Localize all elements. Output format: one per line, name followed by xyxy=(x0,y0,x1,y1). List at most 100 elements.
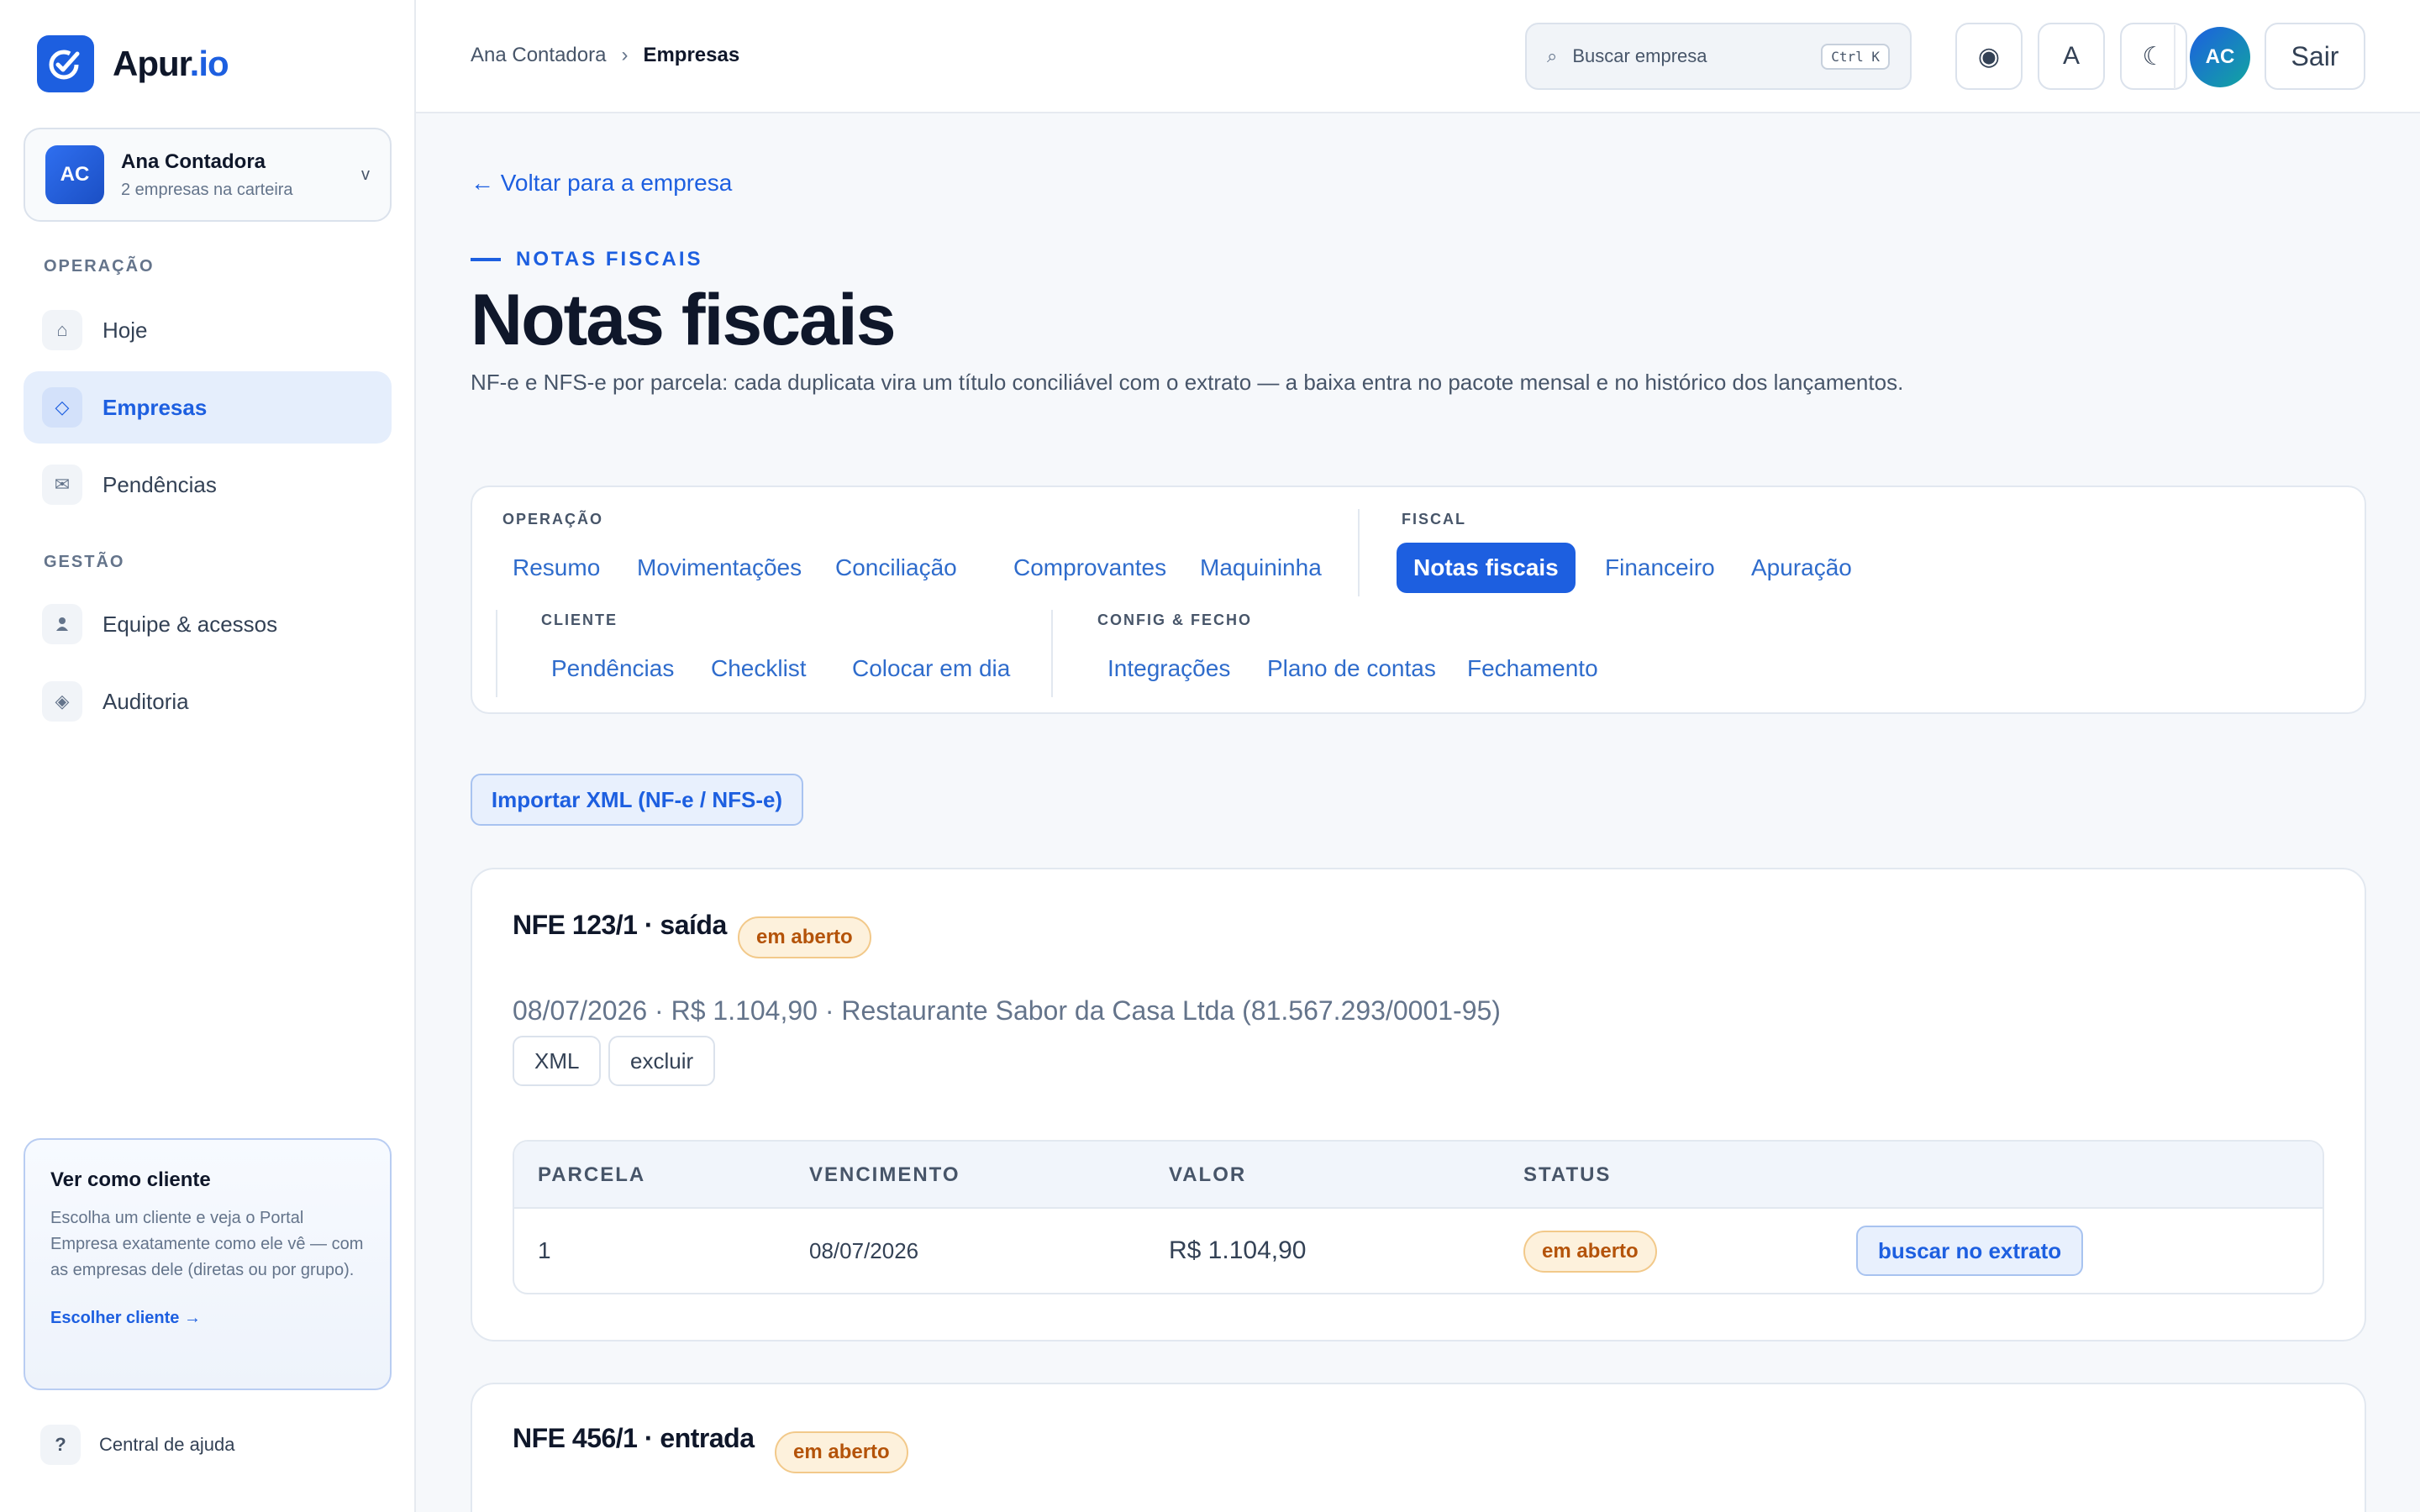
tab-group-label-operacao: OPERAÇÃO xyxy=(502,511,604,528)
nav-section-operacao: OPERAÇÃO xyxy=(44,257,155,276)
brand-name: Apur.io xyxy=(113,44,229,83)
page-description: NF-e e NFS-e por parcela: cada duplicata… xyxy=(471,370,1904,395)
invoice-title: NFE 123/1 · saída xyxy=(513,910,727,940)
help-center-label: Central de ajuda xyxy=(99,1434,235,1455)
tab-group-label-config: CONFIG & FECHO xyxy=(1097,612,1252,628)
breadcrumb-item-account[interactable]: Ana Contadora xyxy=(471,44,606,67)
import-xml-button[interactable]: Importar XML (NF-e / NFS-e) xyxy=(471,774,803,826)
font-size-button[interactable]: A xyxy=(2038,23,2105,90)
tab-financeiro[interactable]: Financeiro xyxy=(1588,543,1732,593)
invoice-meta: 08/07/2026 · R$ 1.104,90 · Restaurante S… xyxy=(513,995,1501,1026)
xml-button[interactable]: XML xyxy=(513,1036,602,1086)
help-center-link[interactable]: ? Central de ajuda xyxy=(40,1425,234,1465)
sidebar: Apur.io AC Ana Contadora 2 empresas na c… xyxy=(0,0,416,1512)
mail-icon: ✉ xyxy=(42,465,82,505)
avatar: AC xyxy=(45,145,104,204)
tab-resumo[interactable]: Resumo xyxy=(496,543,617,593)
sidebar-item-label: Auditoria xyxy=(103,688,189,714)
tab-colocar-em-dia[interactable]: Colocar em dia xyxy=(835,643,1027,694)
account-name: Ana Contadora xyxy=(121,150,266,173)
table-header: PARCELA VENCIMENTO VALOR STATUS xyxy=(514,1142,2323,1209)
search-shortcut-hint: Ctrl K xyxy=(1821,43,1890,70)
status-badge: em aberto xyxy=(1523,1231,1657,1273)
eyebrow-text: NOTAS FISCAIS xyxy=(516,248,703,270)
search-box[interactable]: ⌕ Ctrl K xyxy=(1525,23,1912,90)
moon-icon: ☾ xyxy=(2142,42,2165,71)
eyebrow-line xyxy=(471,258,501,261)
topbar: Ana Contadora › Empresas ⌕ Ctrl K ◉ A ☾ … xyxy=(416,0,2420,113)
delete-button[interactable]: excluir xyxy=(608,1036,716,1086)
sidebar-item-equipe[interactable]: Equipe & acessos xyxy=(24,588,392,660)
status-badge: em aberto xyxy=(775,1431,908,1473)
chevron-down-icon: v xyxy=(361,165,370,184)
tab-group-divider xyxy=(1358,509,1360,596)
back-to-company-link[interactable]: ← Voltar para a empresa xyxy=(471,170,732,197)
tab-comprovantes[interactable]: Comprovantes xyxy=(997,543,1183,593)
column-header-valor: VALOR xyxy=(1169,1163,1247,1186)
tab-integracoes[interactable]: Integrações xyxy=(1091,643,1247,694)
audit-icon: ◈ xyxy=(42,681,82,722)
search-input[interactable] xyxy=(1572,45,1822,67)
view-as-client-card: Ver como cliente Escolha um cliente e ve… xyxy=(24,1138,392,1390)
tab-plano-de-contas[interactable]: Plano de contas xyxy=(1250,643,1453,694)
invoice-card: NFE 123/1 · saída em aberto 08/07/2026 ·… xyxy=(471,868,2366,1341)
page-eyebrow: NOTAS FISCAIS xyxy=(471,248,703,271)
account-subtitle: 2 empresas na carteira xyxy=(121,180,293,199)
cell-vencimento: 08/07/2026 xyxy=(809,1238,919,1263)
column-header-parcela: PARCELA xyxy=(538,1163,646,1186)
record-icon: ◉ xyxy=(1977,42,2001,71)
cell-parcela: 1 xyxy=(538,1237,551,1263)
page-title: Notas fiscais xyxy=(471,280,897,360)
user-icon xyxy=(42,604,82,644)
search-icon: ⌕ xyxy=(1547,45,1558,66)
column-header-vencimento: VENCIMENTO xyxy=(809,1163,960,1186)
sidebar-item-pendencias[interactable]: ✉ Pendências xyxy=(24,449,392,521)
tab-group-divider xyxy=(1051,610,1053,697)
home-icon: ⌂ xyxy=(42,310,82,350)
tab-pendencias[interactable]: Pendências xyxy=(534,643,691,694)
sidebar-item-label: Equipe & acessos xyxy=(103,611,278,637)
logout-button[interactable]: Sair xyxy=(2265,23,2365,90)
cell-valor: R$ 1.104,90 xyxy=(1169,1236,1307,1264)
sidebar-item-label: Hoje xyxy=(103,317,148,343)
installments-table: PARCELA VENCIMENTO VALOR STATUS 1 08/07/… xyxy=(513,1140,2324,1294)
tab-maquininha[interactable]: Maquininha xyxy=(1183,543,1339,593)
sidebar-item-auditoria[interactable]: ◈ Auditoria xyxy=(24,665,392,738)
sidebar-item-empresas[interactable]: ◇ Empresas xyxy=(24,371,392,444)
tab-group-label-cliente: CLIENTE xyxy=(541,612,618,628)
sidebar-item-hoje[interactable]: ⌂ Hoje xyxy=(24,294,392,366)
brand-logo[interactable]: Apur.io xyxy=(37,35,229,92)
tab-movimentacoes[interactable]: Movimentações xyxy=(620,543,818,593)
search-statement-button[interactable]: buscar no extrato xyxy=(1856,1226,2084,1276)
help-icon: ? xyxy=(40,1425,81,1465)
user-avatar[interactable]: AC xyxy=(2190,27,2250,87)
status-badge: em aberto xyxy=(738,916,871,958)
breadcrumb: Ana Contadora › Empresas xyxy=(471,44,739,67)
choose-client-link[interactable]: Escolher cliente → xyxy=(50,1309,365,1328)
column-header-status: STATUS xyxy=(1523,1163,1612,1186)
diamond-icon: ◇ xyxy=(42,387,82,428)
section-tabs: OPERAÇÃO Resumo Movimentações Conciliaçã… xyxy=(471,486,2366,714)
breadcrumb-separator: › xyxy=(621,44,629,66)
tab-group-label-fiscal: FISCAL xyxy=(1402,511,1466,528)
topbar-divider xyxy=(2174,25,2175,89)
sidebar-item-label: Pendências xyxy=(103,471,217,497)
invoice-card: NFE 456/1 · entrada em aberto xyxy=(471,1383,2366,1512)
nav-section-gestao: GESTÃO xyxy=(44,553,125,571)
tab-apuracao[interactable]: Apuração xyxy=(1734,543,1869,593)
tab-conciliacao[interactable]: Conciliação xyxy=(818,543,974,593)
record-button[interactable]: ◉ xyxy=(1955,23,2023,90)
breadcrumb-item-current: Empresas xyxy=(643,44,740,66)
check-circle-icon xyxy=(37,35,94,92)
tab-fechamento[interactable]: Fechamento xyxy=(1450,643,1615,694)
font-size-icon: A xyxy=(2062,42,2080,70)
view-as-client-description: Escolha um cliente e veja o Portal Empre… xyxy=(50,1209,364,1279)
view-as-client-title: Ver como cliente xyxy=(50,1168,211,1191)
account-switcher[interactable]: AC Ana Contadora 2 empresas na carteira … xyxy=(24,128,392,222)
sidebar-item-label: Empresas xyxy=(103,394,208,420)
tab-notas-fiscais[interactable]: Notas fiscais xyxy=(1397,543,1576,593)
tab-checklist[interactable]: Checklist xyxy=(694,643,823,694)
theme-toggle-button[interactable]: ☾ xyxy=(2120,23,2187,90)
table-row: 1 08/07/2026 R$ 1.104,90 em aberto busca… xyxy=(514,1209,2323,1293)
invoice-title: NFE 456/1 · entrada xyxy=(513,1423,755,1453)
